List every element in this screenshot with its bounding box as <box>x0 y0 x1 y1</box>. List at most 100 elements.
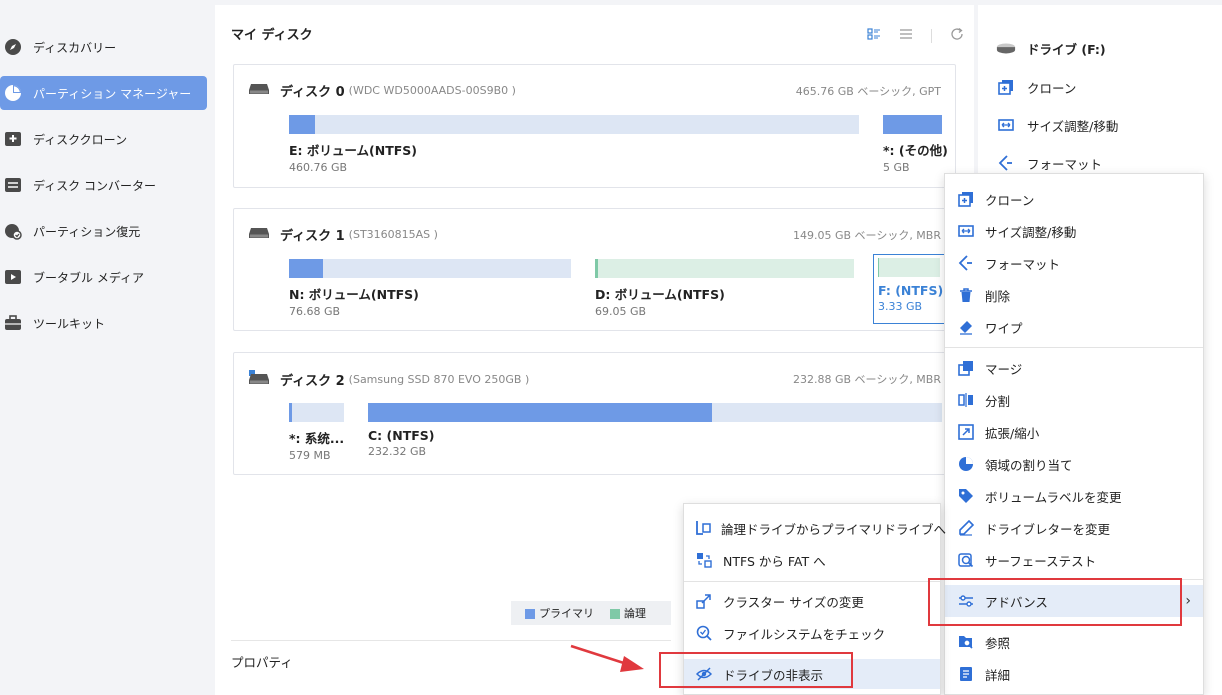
legend-primary: プライマリ <box>525 605 594 621</box>
menu-item-details[interactable]: 詳細 <box>945 658 1203 690</box>
menu-item-label: マージ <box>985 361 1023 377</box>
legend-label: 論理 <box>624 607 646 620</box>
partition-system[interactable]: *: 系统... 579 MB <box>289 403 344 462</box>
submenu-logical-to-primary[interactable]: 論理ドライブからプライマリドライブへ <box>684 513 946 543</box>
sidebar-item-label: パーティション マネージャー <box>33 86 192 101</box>
menu-item-clone[interactable]: クローン <box>945 183 1203 215</box>
menu-item-surface-test[interactable]: サーフェーステスト <box>945 544 1203 576</box>
partition-usage-bar <box>368 403 942 422</box>
menu-item-format[interactable]: フォーマット <box>945 247 1203 279</box>
submenu-cluster-size[interactable]: クラスター サイズの変更 <box>684 586 940 616</box>
partition-name: *: 系统... <box>289 431 345 446</box>
format-icon <box>957 254 975 272</box>
partition-usage-bar <box>595 259 854 278</box>
partition-size: 232.32 GB <box>368 445 427 458</box>
submenu-ntfs-to-fat[interactable]: NTFS から FAT へ <box>684 545 940 575</box>
pie-chart-icon <box>3 83 23 103</box>
highlight-box-advanced <box>928 578 1182 626</box>
disk-card-0[interactable]: ディスク 0 (WDC WD5000AADS-00S9B0 ) 465.76 G… <box>233 64 956 188</box>
disk-card-2[interactable]: ディスク 2 (Samsung SSD 870 EVO 250GB ) 232.… <box>233 352 956 475</box>
sidebar-item-disk-converter[interactable]: ディスク コンバーター <box>0 168 207 202</box>
hard-disk-icon <box>248 82 270 99</box>
list-view-icon[interactable] <box>899 27 913 44</box>
label-tag-icon <box>957 487 975 505</box>
partition-usage-bar <box>289 403 344 422</box>
menu-item-change-label[interactable]: ボリュームラベルを変更 <box>945 480 1203 512</box>
partition-e[interactable]: E: ボリューム(NTFS) 460.76 GB <box>289 115 859 174</box>
partition-usage-bar <box>883 115 942 134</box>
menu-item-label: 領域の割り当て <box>985 457 1073 473</box>
disk-model: (Samsung SSD 870 EVO 250GB ) <box>348 373 530 386</box>
disk-info: 149.05 GB ベーシック, MBR <box>792 229 941 242</box>
sidebar-item-partition-manager[interactable]: パーティション マネージャー <box>0 76 207 110</box>
details-icon <box>957 665 975 683</box>
menu-item-resize-move[interactable]: サイズ調整/移動 <box>945 215 1203 247</box>
menu-item-change-drive-letter[interactable]: ドライブレターを変更 <box>945 512 1203 544</box>
partition-c[interactable]: C: (NTFS) 232.32 GB <box>368 403 942 458</box>
format-icon <box>996 155 1016 171</box>
partition-size: 3.33 GB <box>878 300 923 313</box>
sidebar-item-discovery[interactable]: ディスカバリー <box>0 30 207 64</box>
arrow-annotation-icon <box>568 640 658 679</box>
sidebar-item-label: ブータブル メディア <box>33 270 144 285</box>
sidebar: ディスカバリー パーティション マネージャー ディスククローン ディスク コンバ… <box>0 0 214 695</box>
allocate-icon <box>957 455 975 473</box>
action-clone[interactable]: クローン <box>996 74 1076 100</box>
menu-item-label: サーフェーステスト <box>985 553 1097 569</box>
legend-label: プライマリ <box>539 607 594 620</box>
check-filesystem-icon <box>695 624 713 642</box>
compass-icon <box>3 37 23 57</box>
browse-icon <box>957 633 975 651</box>
resize-icon <box>996 117 1016 133</box>
partition-name: *: (その他) <box>883 143 948 158</box>
view-toolbar <box>867 27 964 44</box>
drive-icon <box>996 41 1016 55</box>
sidebar-item-label: パーティション復元 <box>33 224 141 239</box>
partition-name: D: ボリューム(NTFS) <box>595 287 725 302</box>
partition-size: 579 MB <box>289 449 331 462</box>
cluster-size-icon <box>695 592 713 610</box>
menu-item-browse[interactable]: 参照 <box>945 626 1203 658</box>
partition-f-selected[interactable]: F: (NTFS) 3.33 GB <box>873 254 945 324</box>
disk-card-1[interactable]: ディスク 1 (ST3160815AS ) 149.05 GB ベーシック, M… <box>233 208 956 331</box>
partition-size: 69.05 GB <box>595 305 647 318</box>
hard-disk-icon <box>248 226 270 243</box>
menu-item-delete[interactable]: 削除 <box>945 279 1203 311</box>
refresh-icon[interactable] <box>950 27 964 44</box>
merge-icon <box>957 359 975 377</box>
action-label: フォーマット <box>1027 156 1103 172</box>
menu-item-label: ボリュームラベルを変更 <box>985 489 1122 505</box>
disk-header: ディスク 2 (Samsung SSD 870 EVO 250GB ) <box>248 369 529 390</box>
grid-view-icon[interactable] <box>867 27 881 44</box>
partition-size: 76.68 GB <box>289 305 341 318</box>
menu-item-extend-shrink[interactable]: 拡張/縮小 <box>945 416 1203 448</box>
menu-item-label: ワイプ <box>985 320 1023 336</box>
disk-converter-icon <box>3 175 23 195</box>
partition-recovery-icon <box>3 221 23 241</box>
menu-item-allocate-space[interactable]: 領域の割り当て <box>945 448 1203 480</box>
legend: プライマリ 論理 <box>511 601 671 625</box>
chevron-right-icon: › <box>1185 593 1191 609</box>
sidebar-item-toolkit[interactable]: ツールキット <box>0 306 207 340</box>
partition-name: F: (NTFS) <box>878 283 944 298</box>
menu-item-merge[interactable]: マージ <box>945 352 1203 384</box>
ntfs-to-fat-icon <box>695 551 713 569</box>
sidebar-item-disk-clone[interactable]: ディスククローン <box>0 122 207 156</box>
disk-header: ディスク 0 (WDC WD5000AADS-00S9B0 ) <box>248 81 516 100</box>
drive-header: ドライブ (F:) <box>996 35 1106 61</box>
menu-item-split[interactable]: 分割 <box>945 384 1203 416</box>
sidebar-item-partition-recovery[interactable]: パーティション復元 <box>0 214 207 248</box>
action-label: サイズ調整/移動 <box>1027 118 1119 134</box>
sidebar-item-bootable-media[interactable]: ブータブル メディア <box>0 260 207 294</box>
submenu-check-filesystem[interactable]: ファイルシステムをチェック <box>684 618 940 648</box>
partition-other[interactable]: *: (その他) 5 GB <box>883 115 948 174</box>
bootable-media-icon <box>3 267 23 287</box>
partition-d[interactable]: D: ボリューム(NTFS) 69.05 GB <box>595 259 854 318</box>
toolkit-icon <box>3 313 23 333</box>
partition-n[interactable]: N: ボリューム(NTFS) 76.68 GB <box>289 259 571 318</box>
menu-item-wipe[interactable]: ワイプ <box>945 311 1203 343</box>
divider <box>931 28 932 43</box>
page-title: マイ ディスク <box>231 28 313 43</box>
sidebar-item-label: ディスククローン <box>33 132 128 147</box>
action-resize-move[interactable]: サイズ調整/移動 <box>996 112 1118 138</box>
